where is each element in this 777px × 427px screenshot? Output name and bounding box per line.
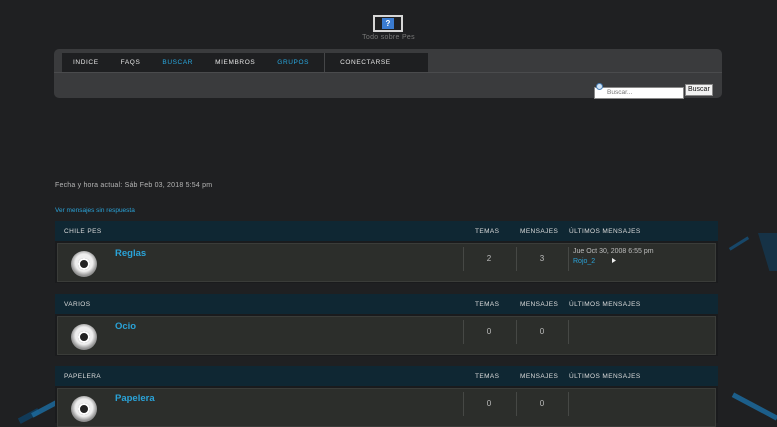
category-header: CHILE PES TEMAS MENSAJES ÚLTIMOS MENSAJE… [55, 221, 718, 241]
category-title[interactable]: CHILE PES [64, 228, 102, 235]
column-header-posts: MENSAJES [520, 372, 559, 380]
forum-status-icon [71, 324, 97, 350]
posts-count: 3 [539, 254, 545, 263]
forum-status-icon [71, 396, 97, 422]
column-header-last-posts: ÚLTIMOS MENSAJES [569, 372, 641, 380]
site-logo[interactable]: ? [373, 15, 403, 32]
view-latest-post-icon[interactable] [612, 258, 616, 263]
category-block-chile-pes: CHILE PES TEMAS MENSAJES ÚLTIMOS MENSAJE… [55, 221, 718, 283]
category-title[interactable]: PAPELERA [64, 373, 101, 380]
corner-decoration [728, 236, 750, 251]
nav-divider [324, 53, 326, 72]
posts-count: 0 [539, 399, 545, 408]
corner-decoration [758, 233, 777, 271]
header-panel: INDICE FAQS BUSCAR MIEMBROS GRUPOS CONEC… [54, 49, 722, 99]
column-header-topics: TEMAS [475, 227, 500, 235]
column-divider [463, 247, 464, 271]
nav-item-buscar[interactable]: BUSCAR [151, 59, 204, 66]
forum-row: Papelera 0 0 [57, 388, 716, 427]
nav-item-grupos[interactable]: GRUPOS [266, 59, 320, 66]
category-header: PAPELERA TEMAS MENSAJES ÚLTIMOS MENSAJES [55, 366, 718, 386]
column-divider [463, 392, 464, 416]
column-divider [516, 247, 517, 271]
column-divider [568, 247, 569, 271]
category-title[interactable]: VARIOS [64, 301, 90, 308]
topics-count: 0 [486, 399, 492, 408]
forum-link[interactable]: Ocio [115, 321, 136, 332]
topics-count: 0 [486, 327, 492, 336]
main-navbar: INDICE FAQS BUSCAR MIEMBROS GRUPOS CONEC… [62, 53, 428, 72]
nav-item-conectarse[interactable]: CONECTARSE [329, 59, 402, 66]
column-divider [568, 392, 569, 416]
topics-count: 2 [486, 254, 492, 263]
category-block-papelera: PAPELERA TEMAS MENSAJES ÚLTIMOS MENSAJES… [55, 366, 718, 427]
column-header-posts: MENSAJES [520, 227, 559, 235]
column-divider [516, 392, 517, 416]
last-post-date: Jue Oct 30, 2008 6:55 pm [573, 248, 654, 255]
column-header-topics: TEMAS [475, 300, 500, 308]
search-button[interactable]: Buscar [685, 84, 713, 96]
category-header: VARIOS TEMAS MENSAJES ÚLTIMOS MENSAJES [55, 294, 718, 314]
unanswered-posts-link[interactable]: Ver mensajes sin respuesta [55, 207, 135, 214]
search-icon [596, 83, 603, 90]
column-divider [516, 320, 517, 344]
column-header-last-posts: ÚLTIMOS MENSAJES [569, 227, 641, 235]
search-input[interactable] [594, 86, 684, 99]
column-header-last-posts: ÚLTIMOS MENSAJES [569, 300, 641, 308]
last-post-author[interactable]: Rojo_2 [573, 258, 595, 265]
forum-row: Reglas 2 3 Jue Oct 30, 2008 6:55 pm Rojo… [57, 243, 716, 282]
column-divider [463, 320, 464, 344]
current-datetime: Fecha y hora actual: Sáb Feb 03, 2018 5:… [55, 182, 213, 189]
posts-count: 0 [539, 327, 545, 336]
column-header-posts: MENSAJES [520, 300, 559, 308]
column-header-topics: TEMAS [475, 372, 500, 380]
header-divider [54, 72, 722, 73]
forum-row: Ocio 0 0 [57, 316, 716, 355]
forum-link[interactable]: Reglas [115, 248, 146, 259]
search-form: Buscar [594, 81, 713, 99]
corner-decoration [731, 392, 777, 421]
nav-item-miembros[interactable]: MIEMBROS [204, 59, 266, 66]
nav-item-indice[interactable]: INDICE [62, 59, 110, 66]
column-divider [568, 320, 569, 344]
forum-link[interactable]: Papelera [115, 393, 155, 404]
category-block-varios: VARIOS TEMAS MENSAJES ÚLTIMOS MENSAJES O… [55, 294, 718, 356]
logo-icon: ? [382, 18, 394, 29]
forum-status-icon [71, 251, 97, 277]
site-title: Todo sobre Pes [362, 34, 415, 41]
nav-item-faqs[interactable]: FAQS [110, 59, 152, 66]
